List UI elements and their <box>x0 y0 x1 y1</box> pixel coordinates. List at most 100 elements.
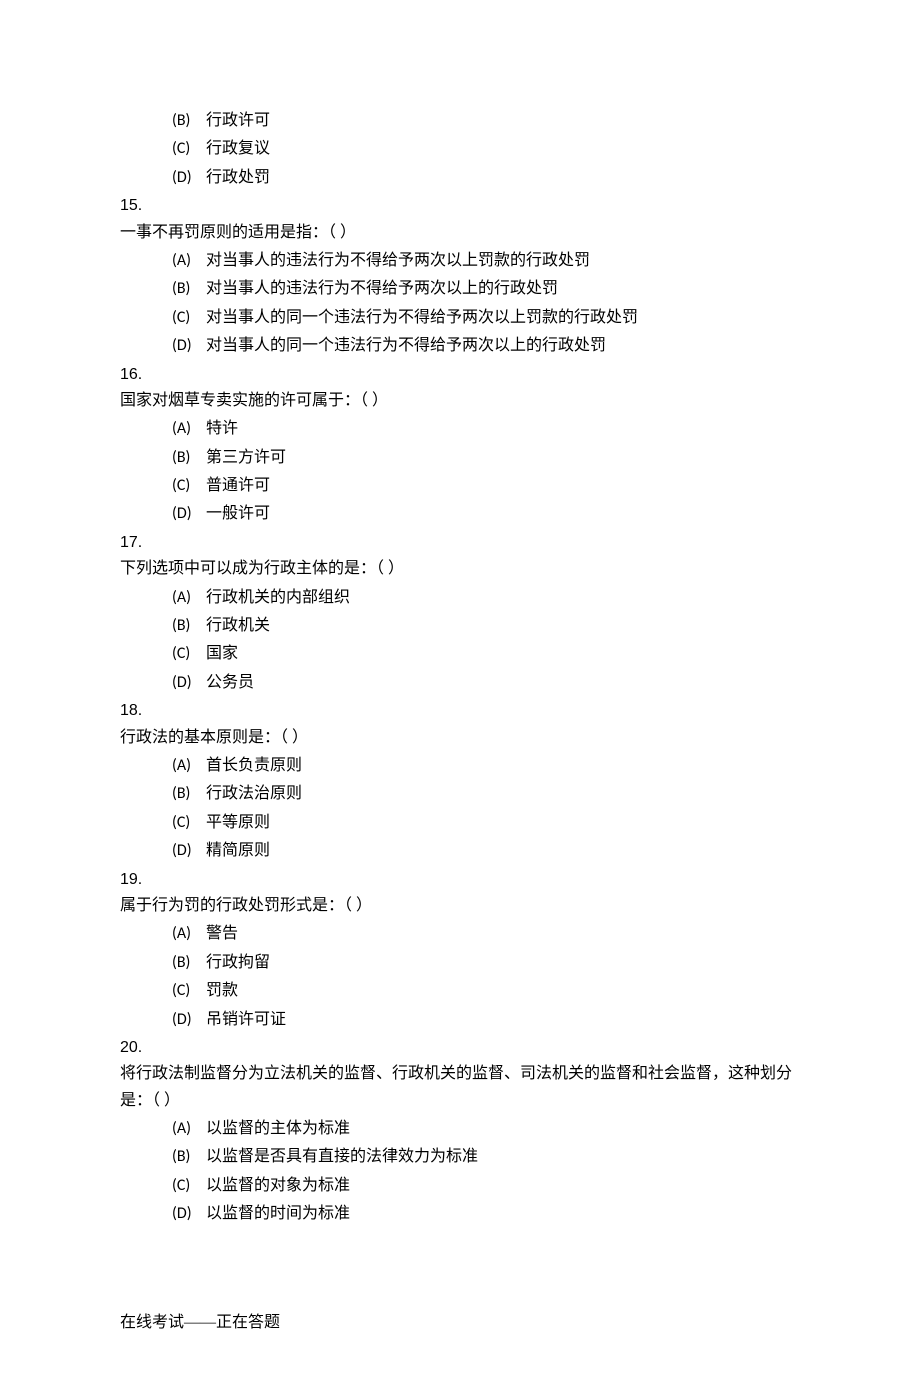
option-line: (D) 行政处罚 <box>172 165 800 191</box>
option-label: (D) <box>172 333 206 359</box>
option-line: (B) 以监督是否具有直接的法律效力为标准 <box>172 1144 800 1170</box>
footer-status: 在线考试——正在答题 <box>120 1310 800 1336</box>
option-line: (C) 国家 <box>172 641 800 667</box>
option-text: 警告 <box>206 921 238 947</box>
option-line: (B) 行政拘留 <box>172 950 800 976</box>
question-17-options: (A) 行政机关的内部组织 (B) 行政机关 (C) 国家 (D) 公务员 <box>120 585 800 697</box>
option-label: (C) <box>172 810 206 836</box>
option-text: 行政法治原则 <box>206 781 302 807</box>
option-text: 行政机关的内部组织 <box>206 585 350 611</box>
option-text: 一般许可 <box>206 501 270 527</box>
option-label: (C) <box>172 978 206 1004</box>
option-text: 对当事人的同一个违法行为不得给予两次以上罚款的行政处罚 <box>206 305 638 331</box>
option-label: (A) <box>172 585 206 611</box>
option-line: (A) 警告 <box>172 921 800 947</box>
option-line: (A) 行政机关的内部组织 <box>172 585 800 611</box>
option-label: (D) <box>172 165 206 191</box>
option-label: (C) <box>172 136 206 162</box>
question-stem: 属于行为罚的行政处罚形式是：（ ） <box>120 893 800 919</box>
option-line: (C) 平等原则 <box>172 810 800 836</box>
option-label: (C) <box>172 641 206 667</box>
option-label: (B) <box>172 781 206 807</box>
option-label: (D) <box>172 670 206 696</box>
option-text: 吊销许可证 <box>206 1007 286 1033</box>
option-line: (A) 首长负责原则 <box>172 753 800 779</box>
option-text: 以监督是否具有直接的法律效力为标准 <box>206 1144 478 1170</box>
option-line: (C) 普通许可 <box>172 473 800 499</box>
question-number: 19. <box>120 867 800 893</box>
option-line: (B) 行政许可 <box>172 108 800 134</box>
option-line: (B) 行政法治原则 <box>172 781 800 807</box>
option-line: (A) 对当事人的违法行为不得给予两次以上罚款的行政处罚 <box>172 248 800 274</box>
option-text: 行政复议 <box>206 136 270 162</box>
option-label: (C) <box>172 473 206 499</box>
option-line: (B) 第三方许可 <box>172 445 800 471</box>
question-number: 16. <box>120 362 800 388</box>
question-16-options: (A) 特许 (B) 第三方许可 (C) 普通许可 (D) 一般许可 <box>120 416 800 528</box>
option-label: (B) <box>172 1144 206 1170</box>
option-line: (B) 行政机关 <box>172 613 800 639</box>
option-label: (B) <box>172 445 206 471</box>
option-label: (C) <box>172 305 206 331</box>
question-15-options: (A) 对当事人的违法行为不得给予两次以上罚款的行政处罚 (B) 对当事人的违法… <box>120 248 800 360</box>
option-label: (A) <box>172 248 206 274</box>
option-line: (D) 一般许可 <box>172 501 800 527</box>
option-label: (A) <box>172 1116 206 1142</box>
option-line: (B) 对当事人的违法行为不得给予两次以上的行政处罚 <box>172 276 800 302</box>
option-label: (B) <box>172 613 206 639</box>
option-label: (A) <box>172 921 206 947</box>
option-text: 对当事人的同一个违法行为不得给予两次以上的行政处罚 <box>206 333 606 359</box>
option-line: (C) 行政复议 <box>172 136 800 162</box>
option-text: 国家 <box>206 641 238 667</box>
option-line: (A) 特许 <box>172 416 800 442</box>
question-19-options: (A) 警告 (B) 行政拘留 (C) 罚款 (D) 吊销许可证 <box>120 921 800 1033</box>
option-label: (B) <box>172 950 206 976</box>
option-label: (B) <box>172 276 206 302</box>
option-label: (C) <box>172 1173 206 1199</box>
option-text: 以监督的对象为标准 <box>206 1173 350 1199</box>
option-text: 精简原则 <box>206 838 270 864</box>
option-text: 首长负责原则 <box>206 753 302 779</box>
question-stem: 下列选项中可以成为行政主体的是：（ ） <box>120 556 800 582</box>
option-text: 行政许可 <box>206 108 270 134</box>
option-label: (B) <box>172 108 206 134</box>
option-text: 行政机关 <box>206 613 270 639</box>
option-text: 普通许可 <box>206 473 270 499</box>
option-text: 以监督的时间为标准 <box>206 1201 350 1227</box>
question-number: 15. <box>120 193 800 219</box>
question-stem: 国家对烟草专卖实施的许可属于：（ ） <box>120 388 800 414</box>
question-stem: 一事不再罚原则的适用是指：（ ） <box>120 220 800 246</box>
option-text: 行政处罚 <box>206 165 270 191</box>
option-label: (A) <box>172 753 206 779</box>
option-label: (D) <box>172 501 206 527</box>
option-line: (D) 精简原则 <box>172 838 800 864</box>
option-line: (D) 对当事人的同一个违法行为不得给予两次以上的行政处罚 <box>172 333 800 359</box>
option-line: (C) 以监督的对象为标准 <box>172 1173 800 1199</box>
question-stem: 行政法的基本原则是：（ ） <box>120 725 800 751</box>
option-line: (A) 以监督的主体为标准 <box>172 1116 800 1142</box>
question-18-options: (A) 首长负责原则 (B) 行政法治原则 (C) 平等原则 (D) 精简原则 <box>120 753 800 865</box>
question-number: 17. <box>120 530 800 556</box>
option-text: 对当事人的违法行为不得给予两次以上罚款的行政处罚 <box>206 248 590 274</box>
option-line: (D) 公务员 <box>172 670 800 696</box>
question-20-options: (A) 以监督的主体为标准 (B) 以监督是否具有直接的法律效力为标准 (C) … <box>120 1116 800 1228</box>
option-text: 行政拘留 <box>206 950 270 976</box>
question-14-options-partial: (B) 行政许可 (C) 行政复议 (D) 行政处罚 <box>120 108 800 191</box>
option-label: (D) <box>172 1007 206 1033</box>
option-line: (C) 对当事人的同一个违法行为不得给予两次以上罚款的行政处罚 <box>172 305 800 331</box>
option-text: 对当事人的违法行为不得给予两次以上的行政处罚 <box>206 276 558 302</box>
option-text: 公务员 <box>206 670 254 696</box>
option-line: (C) 罚款 <box>172 978 800 1004</box>
option-label: (A) <box>172 416 206 442</box>
option-text: 罚款 <box>206 978 238 1004</box>
question-stem: 将行政法制监督分为立法机关的监督、行政机关的监督、司法机关的监督和社会监督，这种… <box>120 1061 800 1114</box>
option-text: 平等原则 <box>206 810 270 836</box>
question-number: 20. <box>120 1035 800 1061</box>
option-line: (D) 以监督的时间为标准 <box>172 1201 800 1227</box>
option-label: (D) <box>172 1201 206 1227</box>
option-line: (D) 吊销许可证 <box>172 1007 800 1033</box>
question-number: 18. <box>120 698 800 724</box>
option-label: (D) <box>172 838 206 864</box>
option-text: 第三方许可 <box>206 445 286 471</box>
option-text: 以监督的主体为标准 <box>206 1116 350 1142</box>
